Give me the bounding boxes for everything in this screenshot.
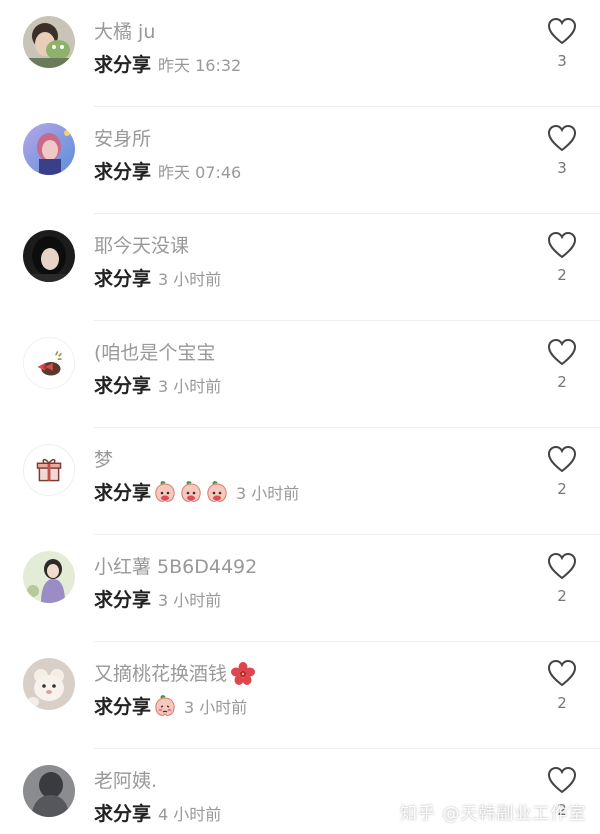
comment-item: 耶今天没课 求分享 3 小时前 2	[0, 214, 600, 321]
username[interactable]: 安身所	[94, 124, 151, 151]
comment-text: 求分享	[94, 803, 152, 825]
avatar-photo-green	[23, 16, 75, 68]
avatar[interactable]	[23, 551, 75, 603]
watermark: 知乎 @天韩副业工作室	[400, 804, 587, 824]
username[interactable]: 耶今天没课	[94, 231, 189, 258]
avatar-photo-plush	[23, 658, 75, 710]
comment-time: 3 小时前	[184, 697, 248, 717]
comment-time: 3 小时前	[158, 590, 222, 610]
comment-time: 3 小时前	[236, 483, 300, 503]
like-count: 2	[557, 480, 567, 498]
comment-time: 3 小时前	[158, 269, 222, 289]
heart-icon[interactable]	[547, 445, 577, 473]
username[interactable]: (咱也是个宝宝	[94, 338, 215, 365]
like-count: 2	[557, 694, 567, 712]
comment-text: 求分享	[94, 696, 152, 718]
peach-emoji	[207, 480, 227, 502]
heart-icon[interactable]	[547, 338, 577, 366]
hibiscus-emoji	[231, 661, 256, 685]
avatar-cartoon-bow	[24, 338, 74, 388]
avatar[interactable]	[23, 230, 75, 282]
comment-time: 3 小时前	[158, 376, 222, 396]
comment-text: 求分享	[94, 589, 152, 611]
avatar[interactable]	[23, 444, 75, 496]
heart-icon[interactable]	[547, 231, 577, 259]
comment-list: 大橘 ju 求分享 昨天 16:32 3 安身所 求分享 昨天 07:46 3 …	[0, 0, 600, 834]
avatar[interactable]	[23, 123, 75, 175]
heart-icon[interactable]	[547, 659, 577, 687]
avatar[interactable]	[23, 337, 75, 389]
username[interactable]: 老阿姨.	[94, 766, 157, 793]
like-count: 3	[557, 52, 567, 70]
peach-blush-emoji	[155, 694, 175, 716]
comment-time: 昨天 07:46	[158, 162, 242, 182]
username[interactable]: 又摘桃花换酒钱	[94, 659, 227, 686]
avatar-photo-gray	[23, 765, 75, 817]
comment-item: 安身所 求分享 昨天 07:46 3	[0, 107, 600, 214]
like-count: 3	[557, 159, 567, 177]
username[interactable]: 梦	[94, 445, 113, 472]
like-count: 2	[557, 587, 567, 605]
like-count: 2	[557, 266, 567, 284]
peach-emoji	[155, 480, 175, 502]
like-count: 2	[557, 373, 567, 391]
username[interactable]: 小红薯 5B6D4492	[94, 552, 257, 579]
comment-item: 大橘 ju 求分享 昨天 16:32 3	[0, 0, 600, 107]
avatar[interactable]	[23, 765, 75, 817]
avatar[interactable]	[23, 16, 75, 68]
comment-item: 梦 求分享 3 小时前 2	[0, 428, 600, 535]
heart-icon[interactable]	[547, 124, 577, 152]
peach-emoji	[181, 480, 201, 502]
comment-time: 4 小时前	[158, 804, 222, 824]
username[interactable]: 大橘 ju	[94, 17, 155, 44]
heart-icon[interactable]	[547, 552, 577, 580]
comment-item: (咱也是个宝宝 求分享 3 小时前 2	[0, 321, 600, 428]
comment-item: 又摘桃花换酒钱 求分享 3 小时前 2	[0, 642, 600, 749]
heart-icon[interactable]	[547, 17, 577, 45]
avatar-photo-dark	[23, 230, 75, 282]
avatar-photo-lavender	[23, 551, 75, 603]
avatar-gift	[24, 445, 74, 495]
comment-item: 小红薯 5B6D4492 求分享 3 小时前 2	[0, 535, 600, 642]
comment-text: 求分享	[94, 161, 152, 183]
comment-text: 求分享	[94, 482, 152, 504]
comment-text: 求分享	[94, 375, 152, 397]
comment-time: 昨天 16:32	[158, 55, 242, 75]
comment-text: 求分享	[94, 54, 152, 76]
avatar-photo-purple	[23, 123, 75, 175]
avatar[interactable]	[23, 658, 75, 710]
comment-text: 求分享	[94, 268, 152, 290]
heart-icon[interactable]	[547, 766, 577, 794]
